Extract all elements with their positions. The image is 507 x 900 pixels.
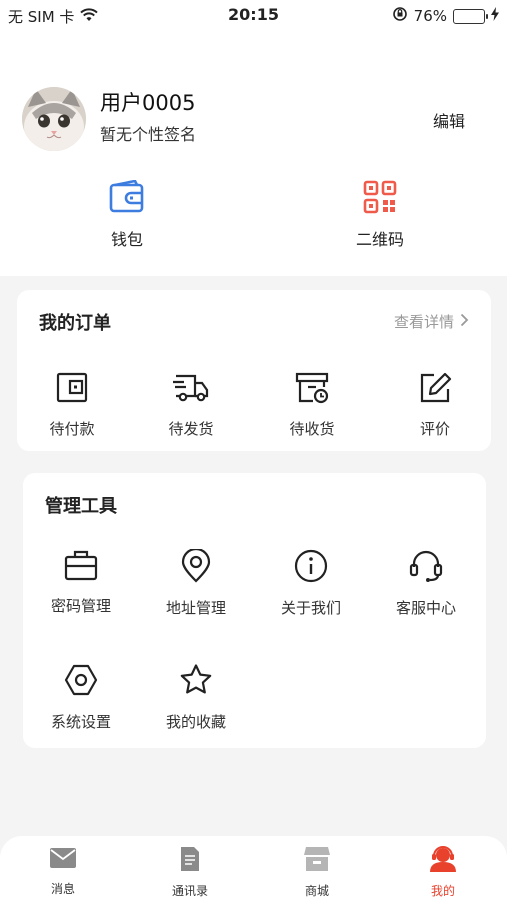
battery-icon (453, 8, 488, 24)
orientation-lock-icon (392, 6, 408, 26)
orders-title: 我的订单 (39, 313, 111, 334)
tool-favorites[interactable]: 我的收藏 (141, 663, 251, 732)
charging-icon (491, 7, 499, 25)
edit-icon (418, 372, 452, 408)
qrcode-button[interactable]: 二维码 (320, 180, 440, 250)
wallet-icon (109, 179, 145, 218)
order-label: 待收货 (289, 420, 335, 438)
tool-label: 我的收藏 (165, 713, 226, 731)
tab-label: 通讯录 (171, 884, 208, 898)
signature: 暂无个性签名 (100, 125, 197, 144)
username: 用户0005 (100, 91, 196, 115)
order-label: 待付款 (49, 420, 95, 438)
wallet-outline-icon (55, 372, 89, 408)
tool-label: 系统设置 (50, 713, 111, 731)
orders-card: 我的订单 查看详情 待付款 待发货 待收货 评价 (17, 290, 491, 451)
tab-label: 我的 (430, 884, 455, 898)
user-icon (429, 846, 457, 876)
profile-header: 用户0005 暂无个性签名 编辑 钱包 二维码 (0, 30, 507, 276)
store-icon (303, 846, 331, 876)
tab-messages[interactable]: 消息 (13, 846, 113, 897)
order-pending-payment[interactable]: 待付款 (17, 372, 127, 439)
truck-icon (172, 372, 210, 408)
tool-label: 客服中心 (395, 599, 456, 617)
location-pin-icon (180, 547, 212, 587)
tools-title: 管理工具 (45, 496, 117, 517)
star-icon (179, 663, 213, 701)
tab-label: 消息 (50, 882, 75, 896)
status-right: 76% (392, 6, 499, 26)
mail-icon (49, 846, 77, 874)
tab-bar: 消息 通讯录 商城 我的 (0, 836, 507, 900)
qrcode-icon (363, 180, 397, 218)
tool-customer-service[interactable]: 客服中心 (371, 549, 481, 618)
avatar[interactable] (22, 87, 86, 151)
chevron-right-icon (460, 313, 469, 331)
tool-password[interactable]: 密码管理 (26, 549, 136, 616)
edit-button[interactable]: 编辑 (433, 108, 465, 132)
orders-more-label: 查看详情 (393, 313, 454, 331)
package-clock-icon (294, 372, 330, 408)
tab-label: 商城 (304, 884, 329, 898)
document-icon (178, 846, 202, 876)
order-label: 评价 (419, 420, 450, 438)
order-review[interactable]: 评价 (380, 372, 490, 439)
status-bar: 无 SIM 卡 20:15 76% (0, 0, 507, 30)
tool-label: 关于我们 (280, 599, 341, 617)
tool-label: 密码管理 (50, 597, 111, 615)
orders-more-link[interactable]: 查看详情 (394, 311, 469, 332)
order-pending-shipment[interactable]: 待发货 (136, 372, 246, 439)
tools-card: 管理工具 密码管理 地址管理 关于我们 客服中心 系统设置 我的收藏 (23, 473, 486, 748)
settings-hexagon-icon (64, 663, 98, 701)
briefcase-icon (64, 549, 98, 585)
tool-label: 地址管理 (165, 599, 226, 617)
battery-percent: 76% (413, 7, 447, 25)
headset-icon (408, 549, 444, 587)
qrcode-label: 二维码 (355, 230, 404, 249)
info-icon (294, 549, 328, 587)
wallet-label: 钱包 (110, 230, 143, 249)
tab-mine[interactable]: 我的 (393, 846, 493, 899)
tab-mall[interactable]: 商城 (267, 846, 367, 899)
order-label: 待发货 (168, 420, 214, 438)
tool-settings[interactable]: 系统设置 (26, 663, 136, 732)
wallet-button[interactable]: 钱包 (67, 179, 187, 250)
tool-address[interactable]: 地址管理 (141, 547, 251, 618)
tool-about[interactable]: 关于我们 (256, 549, 366, 618)
order-pending-receipt[interactable]: 待收货 (257, 372, 367, 439)
tab-contacts[interactable]: 通讯录 (140, 846, 240, 899)
